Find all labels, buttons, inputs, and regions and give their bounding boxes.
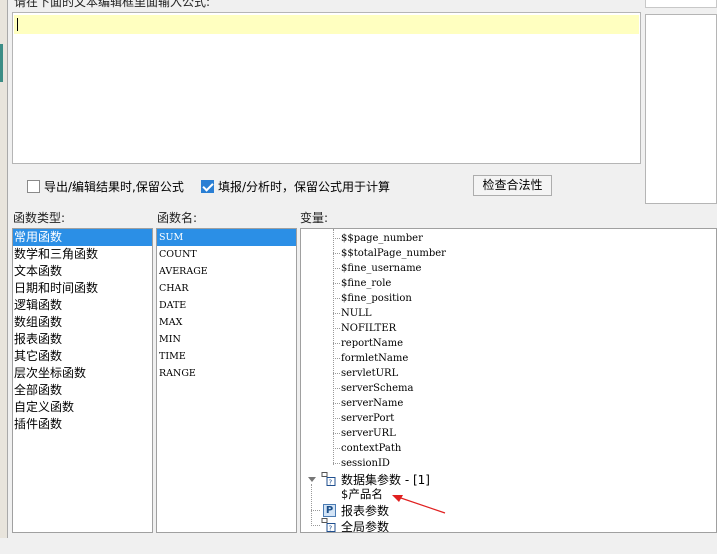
function-name-item[interactable]: COUNT (157, 246, 296, 263)
variable-item[interactable]: formletName (341, 351, 408, 366)
function-type-item[interactable]: 文本函数 (13, 263, 152, 280)
variable-item[interactable]: NOFILTER (341, 321, 396, 336)
global-params-node[interactable]: 全局参数 (341, 518, 389, 532)
bottom-bar (0, 538, 717, 554)
window-edge-accent (0, 44, 3, 82)
dataset-params-node[interactable]: 数据集参数 - [1] (341, 471, 430, 488)
function-type-item[interactable]: 层次坐标函数 (13, 365, 152, 382)
dataset-icon: ? (321, 472, 336, 486)
dataset-param-item[interactable]: $产品名 (341, 487, 383, 502)
variable-item[interactable]: serverSchema (341, 381, 413, 396)
check-validity-button[interactable]: 检查合法性 (473, 175, 552, 196)
tree-guide (311, 510, 320, 511)
tree-guide (333, 229, 334, 465)
variable-item[interactable]: servletURL (341, 366, 398, 381)
function-name-item[interactable]: DATE (157, 297, 296, 314)
tree-guide (333, 448, 340, 449)
formula-current-line (14, 15, 639, 34)
dataset-icon: ? (321, 518, 336, 532)
variable-item[interactable]: sessionID (341, 456, 390, 471)
variables-label: 变量: (300, 211, 329, 225)
tree-guide (333, 463, 340, 464)
tree-guide (333, 343, 340, 344)
tree-guide (333, 403, 340, 404)
variable-item[interactable]: reportName (341, 336, 403, 351)
variable-item[interactable]: $fine_role (341, 276, 391, 291)
report-params-node[interactable]: 报表参数 (341, 502, 389, 519)
svg-text:?: ? (329, 525, 333, 533)
function-type-item[interactable]: 自定义函数 (13, 399, 152, 416)
function-name-item[interactable]: RANGE (157, 365, 296, 382)
variable-item[interactable]: contextPath (341, 441, 401, 456)
report-params-icon: P (323, 504, 336, 517)
function-type-list[interactable]: 常用函数 数学和三角函数 文本函数 日期和时间函数 逻辑函数 数组函数 报表函数… (12, 228, 153, 533)
variable-item[interactable]: NULL (341, 306, 371, 321)
variables-tree[interactable]: $$page_number $$totalPage_number $fine_u… (300, 228, 717, 533)
function-type-item[interactable]: 数学和三角函数 (13, 246, 152, 263)
keep-formula-export-label: 导出/编辑结果时,保留公式 (44, 180, 184, 194)
function-name-item[interactable]: TIME (157, 348, 296, 365)
tree-guide (333, 358, 340, 359)
tree-guide (333, 418, 340, 419)
tree-guide (333, 298, 340, 299)
function-name-item[interactable]: MAX (157, 314, 296, 331)
function-type-label: 函数类型: (13, 211, 66, 225)
tree-guide (333, 238, 340, 239)
function-name-label: 函数名: (157, 211, 198, 225)
variable-item[interactable]: serverName (341, 396, 403, 411)
tree-guide (333, 433, 340, 434)
tree-guide (333, 268, 340, 269)
keep-formula-export-checkbox[interactable] (27, 180, 40, 193)
function-name-item[interactable]: AVERAGE (157, 263, 296, 280)
formula-prompt-label: 请在下面的文本编辑框里面输入公式: (14, 0, 211, 9)
tree-guide (333, 253, 340, 254)
variable-item[interactable]: $fine_username (341, 261, 421, 276)
variable-item[interactable]: serverPort (341, 411, 394, 426)
function-name-list[interactable]: SUM COUNT AVERAGE CHAR DATE MAX MIN TIME… (156, 228, 297, 533)
tree-guide (333, 283, 340, 284)
function-type-item[interactable]: 日期和时间函数 (13, 280, 152, 297)
svg-text:?: ? (329, 479, 333, 487)
tree-guide (333, 328, 340, 329)
tree-guide (311, 525, 320, 526)
tree-guide (333, 313, 340, 314)
tree-guide (333, 373, 340, 374)
function-name-item[interactable]: SUM (157, 229, 296, 246)
keep-formula-fill-checkbox[interactable] (201, 180, 214, 193)
formula-description-panel (645, 14, 717, 204)
function-type-item[interactable]: 报表函数 (13, 331, 152, 348)
expand-toggle-icon[interactable] (308, 477, 316, 482)
formula-editor[interactable] (12, 12, 641, 164)
variable-item[interactable]: $$totalPage_number (341, 246, 446, 261)
variable-item[interactable]: serverURL (341, 426, 396, 441)
function-type-item[interactable]: 常用函数 (13, 229, 152, 246)
function-type-item[interactable]: 逻辑函数 (13, 297, 152, 314)
tree-guide (311, 484, 312, 524)
annotation-arrow-icon (392, 495, 446, 514)
variable-item[interactable]: $$page_number (341, 231, 423, 246)
function-name-item[interactable]: CHAR (157, 280, 296, 297)
function-type-item[interactable]: 全部函数 (13, 382, 152, 399)
function-type-item[interactable]: 数组函数 (13, 314, 152, 331)
text-caret (17, 18, 18, 31)
function-type-item[interactable]: 插件函数 (13, 416, 152, 433)
tree-guide (333, 388, 340, 389)
function-type-item[interactable]: 其它函数 (13, 348, 152, 365)
function-name-item[interactable]: MIN (157, 331, 296, 348)
variable-item[interactable]: $fine_position (341, 291, 412, 306)
keep-formula-fill-label: 填报/分析时，保留公式用于计算 (218, 180, 391, 194)
window-edge (0, 0, 8, 554)
top-right-field (645, 0, 717, 8)
